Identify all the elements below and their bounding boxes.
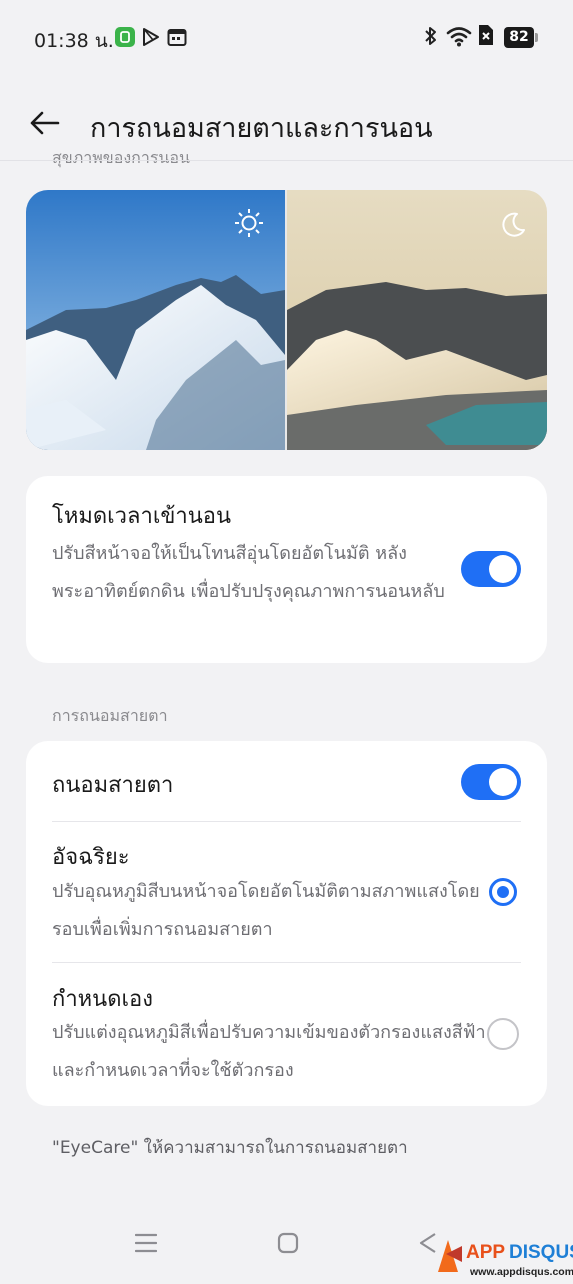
option-custom-radio[interactable] (487, 1018, 519, 1050)
battery-icon: 82 (504, 27, 534, 48)
eye-comfort-card: ถนอมสายตา อัจฉริยะ ปรับอุณหภูมิสีบนหน้าจ… (26, 741, 547, 1106)
option-smart-title: อัจฉริยะ (52, 845, 130, 870)
back-button[interactable] (26, 108, 66, 138)
svg-text:www.appdisqus.com: www.appdisqus.com (469, 1266, 573, 1278)
page-title: การถนอมสายตาและการนอน (90, 113, 433, 144)
bedtime-mode-title: โหมดเวลาเข้านอน (52, 504, 232, 529)
toggle-knob (489, 555, 517, 583)
status-time: 01:38 น. (34, 30, 114, 52)
toggle-knob (489, 768, 517, 796)
option-custom-description: ปรับแต่งอุณหภูมิสีเพื่อปรับความเข้มของตั… (52, 1022, 486, 1081)
bedtime-mode-card[interactable]: โหมดเวลาเข้านอน ปรับสีหน้าจอให้เป็นโทนสี… (26, 476, 547, 663)
eye-comfort-section-label: การถนอมสายตา (52, 706, 168, 725)
eye-comfort-toggle[interactable] (461, 764, 521, 800)
eyecare-footer-note: "EyeCare" ให้ความสามารถในการถนอมสายตา (52, 1138, 408, 1158)
home-icon[interactable] (277, 1232, 299, 1258)
app-header: การถนอมสายตาและการนอน (0, 90, 573, 160)
svg-text:APP: APP (466, 1242, 505, 1263)
divider (52, 821, 521, 822)
sleep-health-section-label: สุขภาพของการนอน (52, 152, 190, 167)
arrow-left-icon (30, 111, 60, 135)
option-smart-radio[interactable] (489, 878, 517, 906)
battery-tip (535, 33, 538, 42)
no-sim-icon (476, 24, 494, 50)
night-mode-preview-image (26, 190, 547, 450)
eye-comfort-label: ถนอมสายตา (52, 773, 174, 798)
status-bar: 01:38 น. 82 (0, 0, 573, 78)
header-divider (0, 160, 573, 161)
appdisqus-watermark: APP DISQUS www.appdisqus.com (432, 1232, 573, 1280)
menu-icon[interactable] (134, 1232, 158, 1258)
bedtime-mode-description: ปรับสีหน้าจอให้เป็นโทนสีอุ่นโดยอัตโนมัติ… (52, 543, 445, 602)
play-store-icon (142, 27, 160, 51)
option-smart-description: ปรับอุณหภูมิสีบนหน้าจอโดยอัตโนมัติตามสภา… (52, 881, 480, 940)
calendar-icon (167, 27, 187, 51)
divider (52, 962, 521, 963)
wifi-icon (446, 24, 472, 52)
bedtime-mode-toggle[interactable] (461, 551, 521, 587)
bluetooth-icon (424, 24, 438, 52)
option-custom-title: กำหนดเอง (52, 987, 153, 1012)
line-app-icon (115, 27, 135, 51)
night-side (287, 190, 547, 450)
svg-text:DISQUS: DISQUS (509, 1242, 573, 1263)
